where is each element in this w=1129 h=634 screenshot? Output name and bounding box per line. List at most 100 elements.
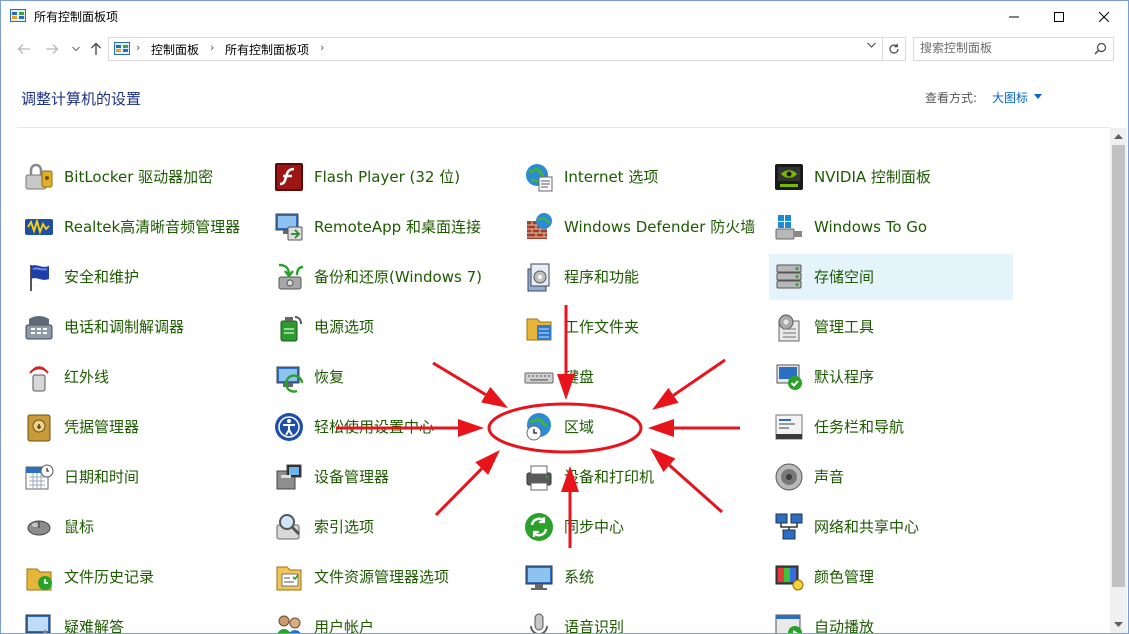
control-panel-item[interactable]: Windows To Go	[769, 204, 1013, 250]
item-label-text: 系统	[564, 567, 595, 586]
control-panel-item[interactable]: NVIDIA 控制面板	[769, 154, 1013, 200]
control-panel-item[interactable]: Windows Defender 防火墙	[519, 204, 763, 250]
control-panel-item[interactable]: 电源选项	[269, 304, 513, 350]
item-label-text: 存储空间	[814, 267, 875, 286]
search-icon[interactable]	[1094, 42, 1107, 55]
power-options-icon	[280, 316, 302, 342]
control-panel-item[interactable]: 键盘	[519, 354, 763, 400]
control-panel-item-label: 自动播放	[814, 604, 1010, 634]
control-panel-item[interactable]: 工作文件夹	[519, 304, 763, 350]
forward-button[interactable]	[43, 40, 61, 58]
scroll-up-button[interactable]	[1110, 128, 1127, 145]
control-panel-item[interactable]: 安全和维护	[19, 254, 263, 300]
control-panel-item[interactable]: 疑难解答	[19, 604, 263, 633]
control-panel-item[interactable]: 文件资源管理器选项	[269, 554, 513, 600]
view-by-dropdown[interactable]: 大图标	[992, 89, 1028, 106]
control-panel-item[interactable]: Internet 选项	[519, 154, 763, 200]
control-panel-item[interactable]: Realtek高清晰音频管理器	[19, 204, 263, 250]
breadcrumb-all-items[interactable]: 所有控制面板项	[225, 41, 309, 58]
control-panel-item[interactable]: 管理工具	[769, 304, 1013, 350]
back-arrow-icon	[17, 44, 30, 54]
realtek-audio-icon	[25, 217, 53, 235]
control-panel-item[interactable]: 同步中心	[519, 504, 763, 550]
control-panel-item[interactable]: 轻松使用设置中心	[269, 404, 513, 450]
control-panel-item[interactable]: 鼠标	[19, 504, 263, 550]
sync-center-icon	[525, 513, 553, 541]
control-panel-item-label: 同步中心	[564, 504, 760, 550]
control-panel-item[interactable]: 程序和功能	[519, 254, 763, 300]
view-by-caret-icon[interactable]	[1034, 94, 1042, 99]
back-button[interactable]	[15, 40, 33, 58]
control-panel-item-label: 程序和功能	[564, 254, 760, 300]
control-panel-item-label: 备份和还原(Windows 7)	[314, 254, 510, 300]
item-label-text: 程序和功能	[564, 267, 640, 286]
control-panel-item[interactable]: 语音识别	[519, 604, 763, 633]
control-panel-item[interactable]: 网络和共享中心	[769, 504, 1013, 550]
item-label-text: Flash Player (32 位)	[314, 167, 461, 186]
item-label-text: Windows Defender 防火墙	[564, 217, 756, 236]
search-input[interactable]	[920, 40, 1090, 56]
control-panel-item[interactable]: 自动播放	[769, 604, 1013, 634]
remoteapp-icon	[275, 213, 303, 241]
control-panel-item[interactable]: 用户帐户	[269, 604, 513, 634]
control-panel-item[interactable]: 设备管理器	[269, 454, 513, 500]
breadcrumb-control-panel[interactable]: 控制面板	[151, 41, 199, 58]
control-panel-item[interactable]: 系统	[519, 554, 763, 600]
control-panel-item[interactable]: 红外线	[19, 354, 263, 400]
vertical-scrollbar[interactable]	[1110, 128, 1127, 633]
scroll-thumb[interactable]	[1112, 145, 1125, 587]
scroll-down-button[interactable]	[1110, 616, 1127, 633]
item-label-text: 安全和维护	[64, 267, 140, 286]
nvidia-icon	[775, 164, 803, 190]
control-panel-item[interactable]: 颜色管理	[769, 554, 1013, 600]
refresh-button[interactable]	[883, 37, 906, 61]
search-box[interactable]	[913, 37, 1114, 61]
control-panel-item[interactable]: 电话和调制解调器	[19, 304, 263, 350]
control-panel-item[interactable]: 凭据管理器	[19, 404, 263, 450]
item-label-text: 用户帐户	[314, 617, 375, 634]
control-panel-item[interactable]: 存储空间	[769, 254, 1013, 300]
item-label-text: 轻松使用设置中心	[314, 417, 435, 436]
control-panel-item[interactable]: 日期和时间	[19, 454, 263, 500]
control-panel-item-label: RemoteApp 和桌面连接	[314, 204, 510, 250]
control-panel-item[interactable]: BitLocker 驱动器加密	[19, 154, 263, 200]
control-panel-item-label: BitLocker 驱动器加密	[64, 154, 260, 200]
up-button[interactable]	[87, 40, 105, 58]
item-label-text: 电话和调制解调器	[64, 317, 185, 336]
network-sharing-icon	[775, 513, 803, 540]
control-panel-item[interactable]: 索引选项	[269, 504, 513, 550]
address-bar[interactable]: › 控制面板 › 所有控制面板项 ›	[108, 37, 883, 61]
control-panel-item[interactable]: 恢复	[269, 354, 513, 400]
date-time-icon	[25, 464, 54, 490]
control-panel-item-label: 键盘	[564, 354, 760, 400]
firewall-icon	[527, 213, 552, 239]
control-panel-item[interactable]: 备份和还原(Windows 7)	[269, 254, 513, 300]
item-label-text: 凭据管理器	[64, 417, 140, 436]
control-panel-item-label: 文件资源管理器选项	[314, 554, 510, 600]
maximize-button[interactable]	[1036, 1, 1082, 32]
control-panel-icon	[114, 42, 130, 55]
control-panel-item[interactable]: Flash Player (32 位)	[269, 154, 513, 200]
breadcrumb-separator-icon[interactable]: ›	[320, 41, 324, 54]
view-by-label: 查看方式:	[925, 91, 978, 105]
control-panel-item[interactable]: 默认程序	[769, 354, 1013, 400]
region-icon	[526, 413, 551, 441]
security-maintenance-icon	[30, 265, 49, 291]
control-panel-item[interactable]: 设备和打印机	[519, 454, 763, 500]
address-dropdown-icon[interactable]	[867, 42, 876, 48]
breadcrumb-separator-icon[interactable]: ›	[210, 41, 214, 54]
header-divider	[17, 127, 1110, 128]
minimize-button[interactable]	[991, 1, 1037, 32]
item-label-text: 管理工具	[814, 317, 875, 336]
control-panel-item[interactable]: 声音	[769, 454, 1013, 500]
recent-locations-button[interactable]	[67, 40, 85, 58]
control-panel-item[interactable]: 区域	[519, 404, 763, 450]
close-button[interactable]	[1081, 1, 1127, 32]
item-label-text: 文件历史记录	[64, 567, 155, 586]
keyboard-icon	[524, 372, 554, 384]
control-panel-item[interactable]: 任务栏和导航	[769, 404, 1013, 450]
item-label-text: 备份和还原(Windows 7)	[314, 267, 482, 286]
control-panel-item[interactable]: 文件历史记录	[19, 554, 263, 600]
scroll-up-icon	[1114, 134, 1123, 139]
control-panel-item[interactable]: RemoteApp 和桌面连接	[269, 204, 513, 250]
